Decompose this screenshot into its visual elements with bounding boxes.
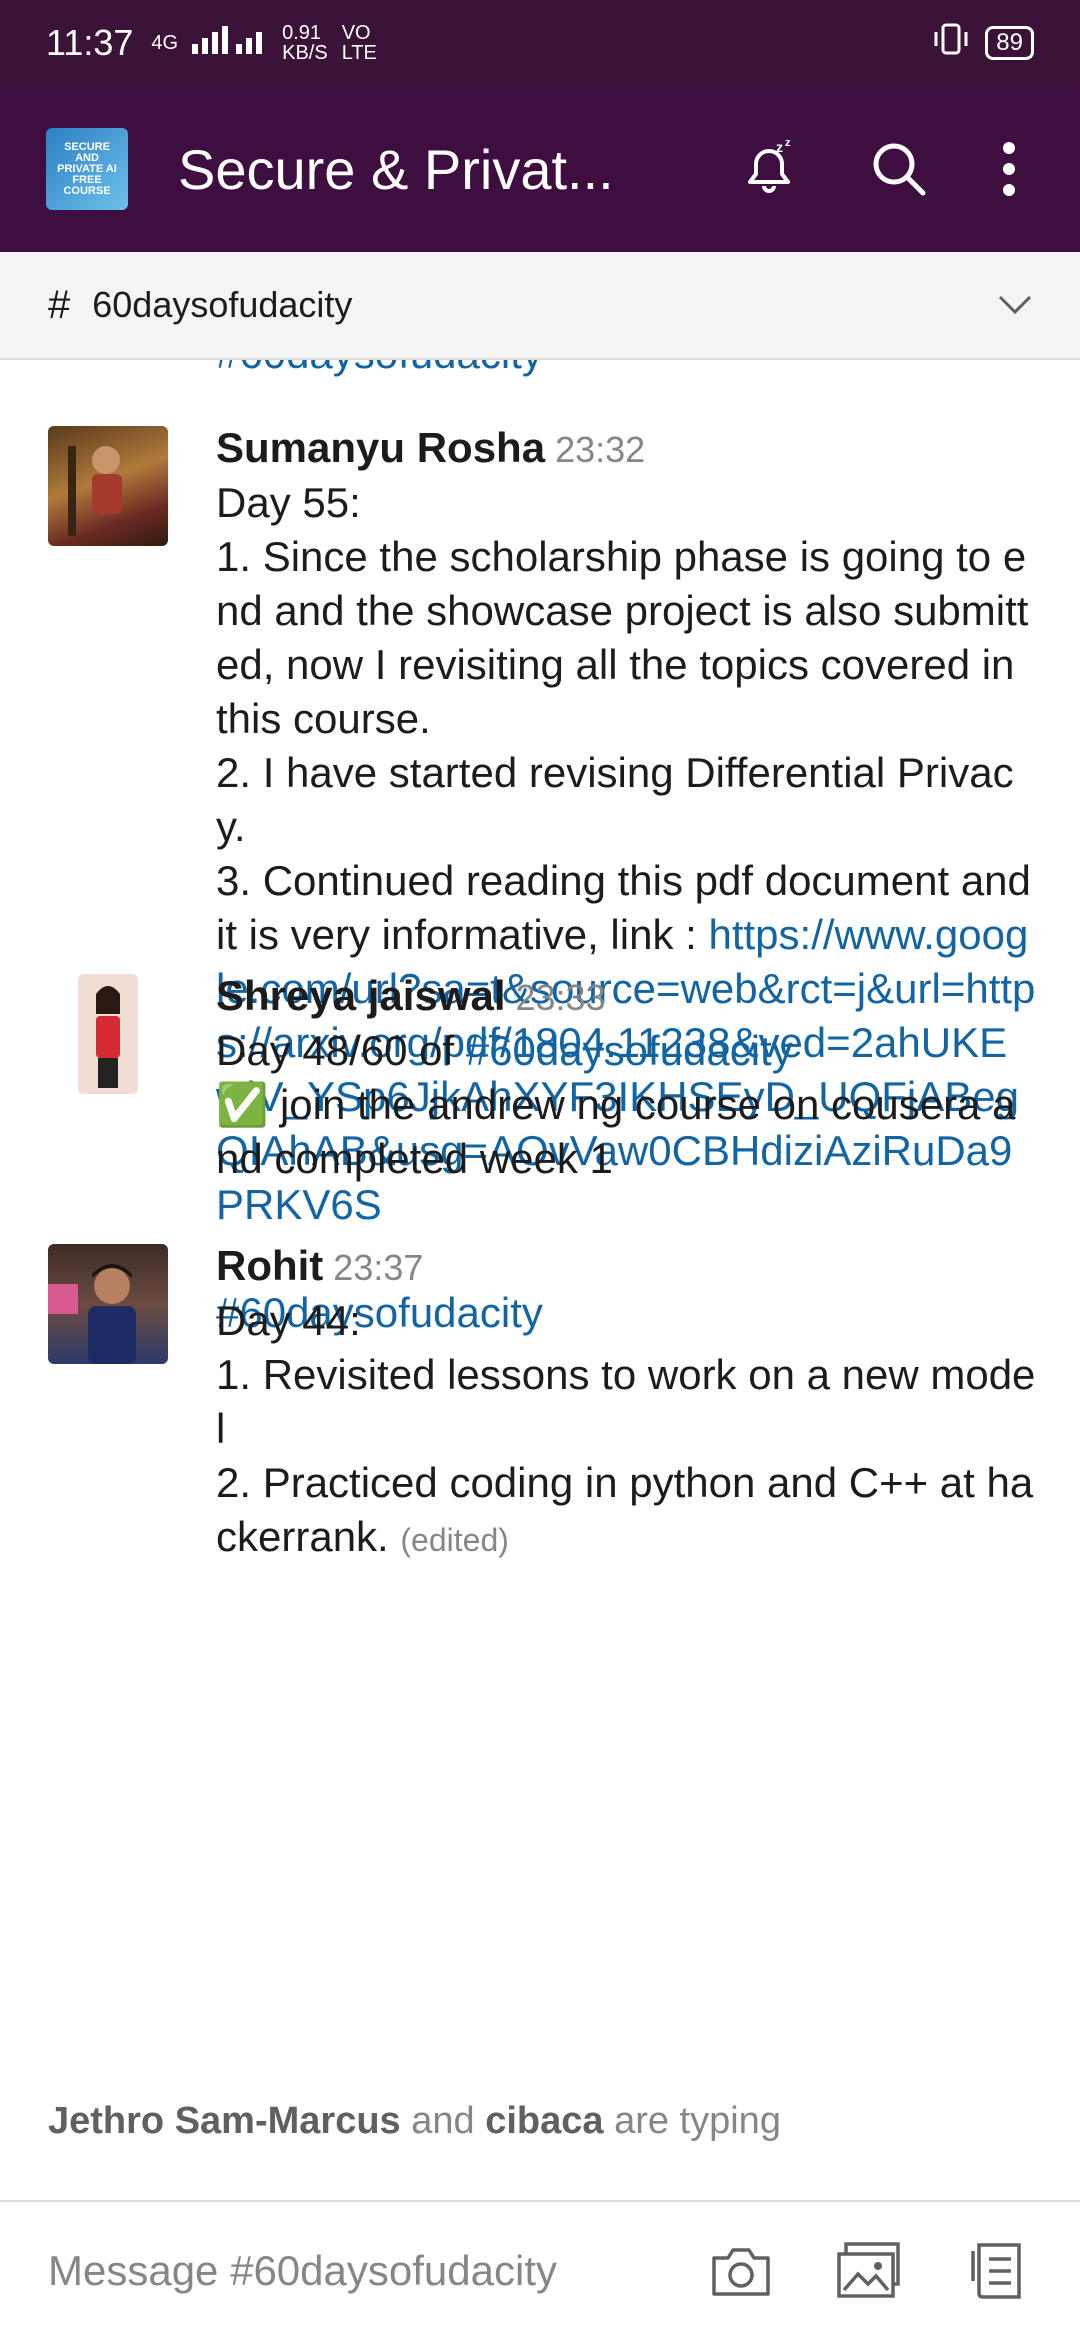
message-list[interactable]: #60daysofudacity Sumanyu Rosha23:32 Day … [0, 360, 1080, 2200]
message-text: Day 55: 1. Since the scholarship phase i… [216, 476, 1036, 1340]
message-timestamp: 23:32 [555, 429, 646, 470]
edited-label: (edited) [400, 1522, 509, 1558]
camera-icon [712, 2248, 770, 2296]
message-header: Sumanyu Rosha 23:32 [216, 422, 1036, 476]
message-hashtag-link[interactable]: #60daysofudacity [466, 1027, 793, 1074]
network-speed: 0.91 KB/S [282, 23, 328, 63]
network-type: 4G [151, 32, 179, 54]
status-time: 11:37 [46, 22, 134, 63]
status-bar: 11:37 4G 0.91 KB/S VO LTE 89 [0, 0, 1080, 86]
message-author[interactable]: Rohit [216, 1242, 323, 1289]
avatar[interactable] [48, 426, 168, 546]
speed-value: 0.91 [282, 22, 322, 44]
typing-suffix: are typing [603, 2100, 781, 2142]
photo-library-button[interactable] [834, 2236, 904, 2306]
typing-conjunction: and [400, 2100, 486, 2142]
speed-unit: KB/S [282, 42, 328, 64]
camera-button[interactable] [706, 2236, 776, 2306]
typing-user: Jethro Sam-Marcus [48, 2100, 401, 2142]
message-author[interactable]: Sumanyu Rosha [216, 424, 545, 471]
files-button[interactable] [962, 2236, 1032, 2306]
svg-text:z: z [785, 138, 791, 149]
search-button[interactable] [854, 124, 944, 214]
typing-indicator: Jethro Sam-Marcus and cibaca are typing [48, 2100, 781, 2143]
vo-label: VO [341, 22, 371, 44]
message-body: Day 55: 1. Since the scholarship phase i… [216, 479, 1031, 958]
lte-label: LTE [341, 42, 377, 64]
message-header: Shreya jaiswal 23:33 [216, 970, 1036, 1024]
channel-hash-icon: # [48, 282, 71, 327]
battery-indicator: 89 [985, 26, 1034, 60]
app-bar: SECURE AND PRIVATE AI FREE COURSE Secure… [0, 86, 1080, 252]
typing-user: cibaca [485, 2100, 604, 2142]
bell-snooze-icon: z z [748, 138, 791, 193]
message-header: Rohit 23:37 [216, 1240, 1036, 1294]
signal-icon [192, 24, 272, 63]
svg-text:z: z [776, 139, 783, 155]
message-body: Day 44: 1. Revisited lessons to work on … [216, 1297, 1036, 1560]
message-input[interactable]: Message #60daysofudacity [48, 2247, 648, 2295]
channel-name: 60daysofudacity [92, 284, 353, 325]
more-vertical-icon [1003, 142, 1015, 196]
message-timestamp: 23:33 [515, 977, 606, 1018]
message-composer: Message #60daysofudacity [0, 2200, 1080, 2340]
message-author[interactable]: Shreya jaiswal [216, 972, 506, 1019]
workspace-icon[interactable]: SECURE AND PRIVATE AI FREE COURSE [46, 128, 128, 210]
file-icon [971, 2243, 1021, 2299]
vibrate-icon [931, 22, 971, 64]
check-mark-icon: ✅ [216, 1081, 269, 1128]
message-text: Day 44: 1. Revisited lessons to work on … [216, 1294, 1036, 1567]
snooze-notifications-button[interactable]: z z [724, 124, 814, 214]
more-options-button[interactable] [984, 124, 1034, 214]
message-hashtag-link[interactable]: #60daysofudacity [216, 360, 543, 378]
channel-header[interactable]: # 60daysofudacity [0, 252, 1080, 360]
message-timestamp: 23:37 [333, 1247, 424, 1288]
message-body: join the andrew ng course on cousera and… [216, 1081, 1016, 1182]
message-text: Day 48/60 of #60daysofudacity ✅ join the… [216, 1024, 1036, 1186]
image-gallery-icon [837, 2242, 900, 2298]
avatar[interactable] [78, 974, 138, 1094]
volte-indicator: VO LTE [342, 23, 377, 63]
search-icon [873, 143, 926, 196]
chevron-down-icon[interactable] [998, 295, 1032, 315]
message-body: Day 48/60 of [216, 1027, 466, 1074]
workspace-title[interactable]: Secure & Privat... [178, 137, 684, 202]
avatar[interactable] [48, 1244, 168, 1364]
